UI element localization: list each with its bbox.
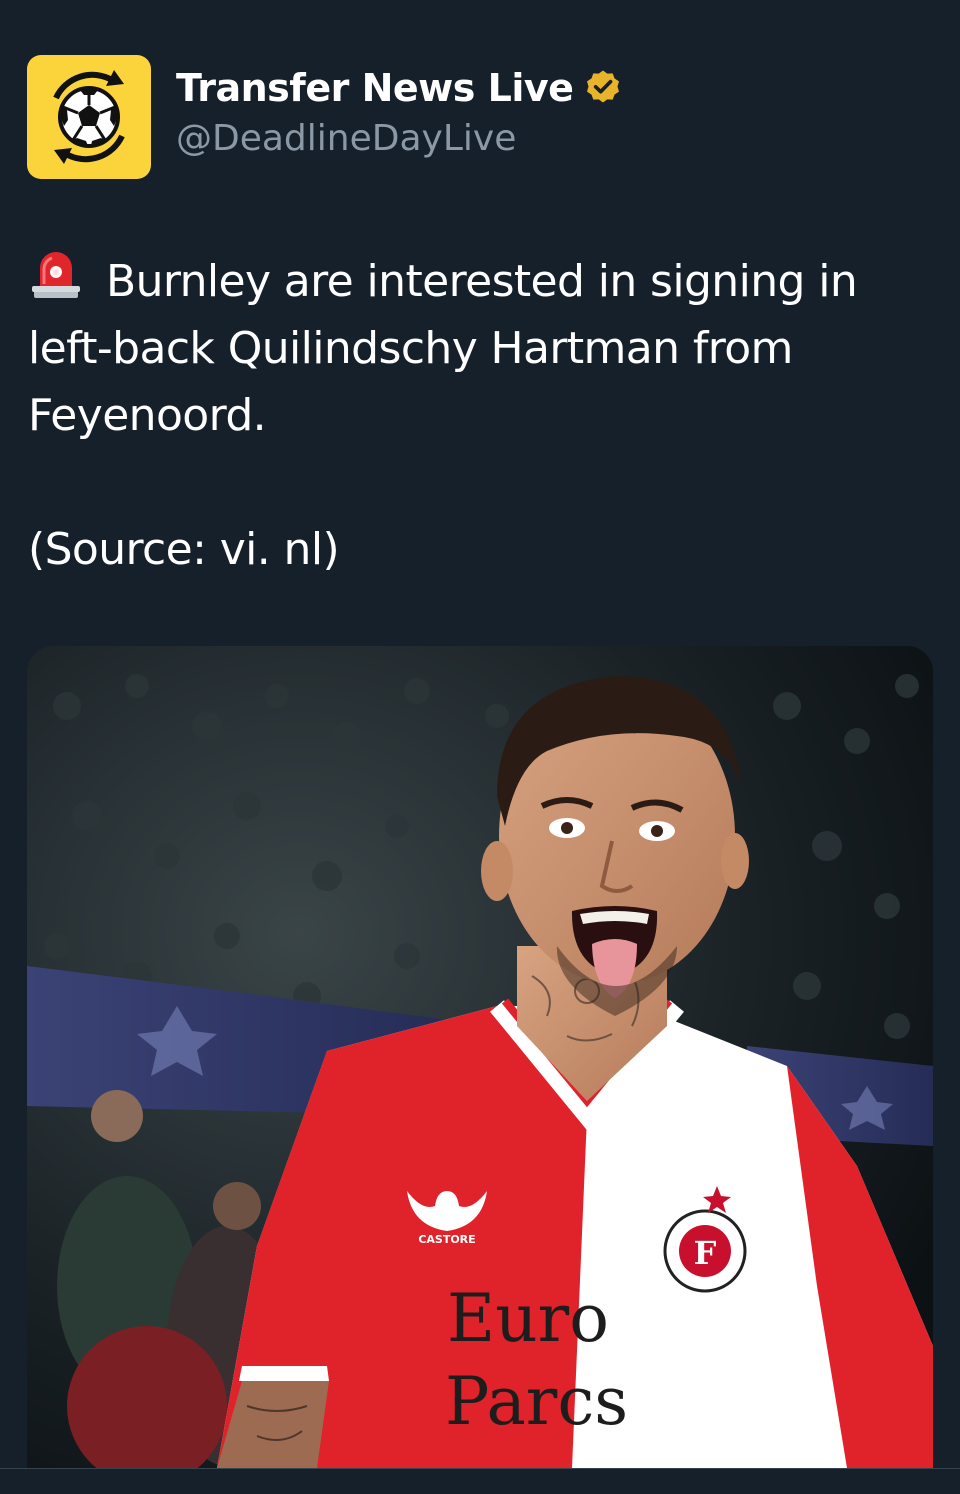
football-player-photo: CASTORE F Euro Parcs — [27, 646, 933, 1468]
verified-badge-icon — [587, 70, 620, 103]
tweet-line-1: Burnley are interested in signing in — [28, 246, 928, 315]
account-handle[interactable]: @DeadlineDayLive — [176, 118, 516, 159]
tweet-line-2: left-back Quilindschy Hartman from — [28, 323, 793, 374]
tweet: Transfer News Live @DeadlineDayLive Burn… — [0, 0, 960, 1494]
display-name-row[interactable]: Transfer News Live — [176, 66, 623, 110]
tweet-line-1-text: Burnley are interested in signing in — [106, 256, 858, 307]
svg-text:CASTORE: CASTORE — [418, 1233, 475, 1246]
football-icon — [53, 70, 125, 164]
tweet-source: (Source: vi. nl) — [28, 524, 340, 575]
display-name[interactable]: Transfer News Live — [176, 66, 574, 110]
tweet-line-3: Feyenoord. — [28, 390, 267, 441]
sponsor-line-1: Euro — [447, 1280, 609, 1357]
tweet-photo[interactable]: CASTORE F Euro Parcs — [27, 646, 933, 1468]
avatar[interactable] — [27, 55, 151, 179]
tweet-text: Burnley are interested in signing in lef… — [28, 246, 928, 583]
police-siren-icon — [32, 252, 80, 298]
divider — [0, 1468, 960, 1469]
sponsor-line-2: Parcs — [445, 1363, 628, 1440]
svg-text:F: F — [694, 1234, 717, 1272]
